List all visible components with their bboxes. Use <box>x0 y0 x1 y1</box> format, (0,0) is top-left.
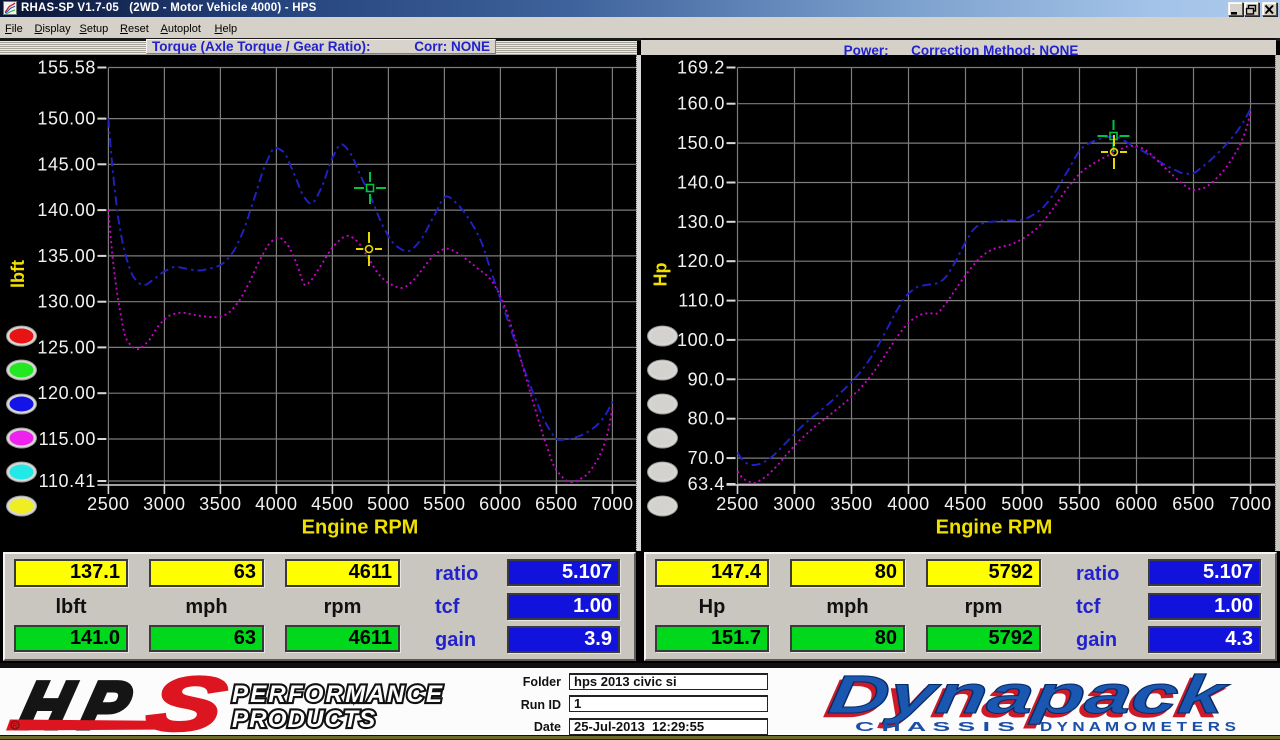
svg-text:6500: 6500 <box>535 494 577 514</box>
svg-text:3000: 3000 <box>143 494 185 514</box>
svg-text:3500: 3500 <box>199 494 241 514</box>
svg-text:130.0: 130.0 <box>677 212 725 232</box>
svg-text:140.00: 140.00 <box>37 200 96 220</box>
svg-text:7000: 7000 <box>591 494 633 514</box>
svg-text:C H A S S I S: C H A S S I S <box>855 720 1015 734</box>
svg-text:Dynapack: Dynapack <box>825 668 1234 725</box>
svg-text:145.00: 145.00 <box>37 154 96 174</box>
svg-text:90.0: 90.0 <box>688 369 725 389</box>
svg-text:D Y N A M O M E T E R S: D Y N A M O M E T E R S <box>1040 720 1236 734</box>
svg-text:160.0: 160.0 <box>677 94 725 114</box>
svg-text:R: R <box>13 723 18 730</box>
svg-text:110.41: 110.41 <box>39 471 96 491</box>
svg-text:4000: 4000 <box>887 494 929 514</box>
svg-text:5500: 5500 <box>423 494 465 514</box>
svg-text:120.0: 120.0 <box>677 251 725 271</box>
svg-text:7000: 7000 <box>1229 494 1271 514</box>
svg-text:PRODUCTS: PRODUCTS <box>232 706 376 733</box>
svg-text:5000: 5000 <box>367 494 409 514</box>
svg-text:Hp: Hp <box>651 263 671 287</box>
svg-text:120.00: 120.00 <box>37 383 96 403</box>
svg-text:2500: 2500 <box>87 494 129 514</box>
svg-text:135.00: 135.00 <box>37 246 96 266</box>
svg-text:100.0: 100.0 <box>677 330 725 350</box>
svg-text:125.00: 125.00 <box>37 337 96 357</box>
svg-text:63.4: 63.4 <box>688 474 725 494</box>
svg-text:PERFORMANCE: PERFORMANCE <box>232 681 444 708</box>
svg-text:130.00: 130.00 <box>37 292 96 312</box>
svg-text:140.0: 140.0 <box>677 173 725 193</box>
svg-text:Engine RPM: Engine RPM <box>936 517 1053 539</box>
svg-text:6000: 6000 <box>479 494 521 514</box>
svg-text:5000: 5000 <box>1001 494 1043 514</box>
svg-text:3500: 3500 <box>830 494 872 514</box>
svg-text:4500: 4500 <box>944 494 986 514</box>
svg-text:5500: 5500 <box>1058 494 1100 514</box>
svg-text:110.0: 110.0 <box>678 291 725 311</box>
svg-text:3000: 3000 <box>773 494 815 514</box>
svg-text:lbft: lbft <box>8 260 28 288</box>
svg-text:Engine RPM: Engine RPM <box>302 517 419 539</box>
svg-text:4500: 4500 <box>311 494 353 514</box>
svg-text:150.0: 150.0 <box>677 133 725 153</box>
svg-text:150.00: 150.00 <box>37 109 96 129</box>
svg-text:2500: 2500 <box>716 494 758 514</box>
svg-text:80.0: 80.0 <box>688 409 725 429</box>
svg-text:115.00: 115.00 <box>39 429 96 449</box>
svg-text:169.2: 169.2 <box>677 58 725 78</box>
svg-text:155.58: 155.58 <box>37 58 96 78</box>
svg-text:70.0: 70.0 <box>688 448 725 468</box>
svg-text:4000: 4000 <box>255 494 297 514</box>
svg-text:6000: 6000 <box>1115 494 1157 514</box>
svg-text:6500: 6500 <box>1172 494 1214 514</box>
